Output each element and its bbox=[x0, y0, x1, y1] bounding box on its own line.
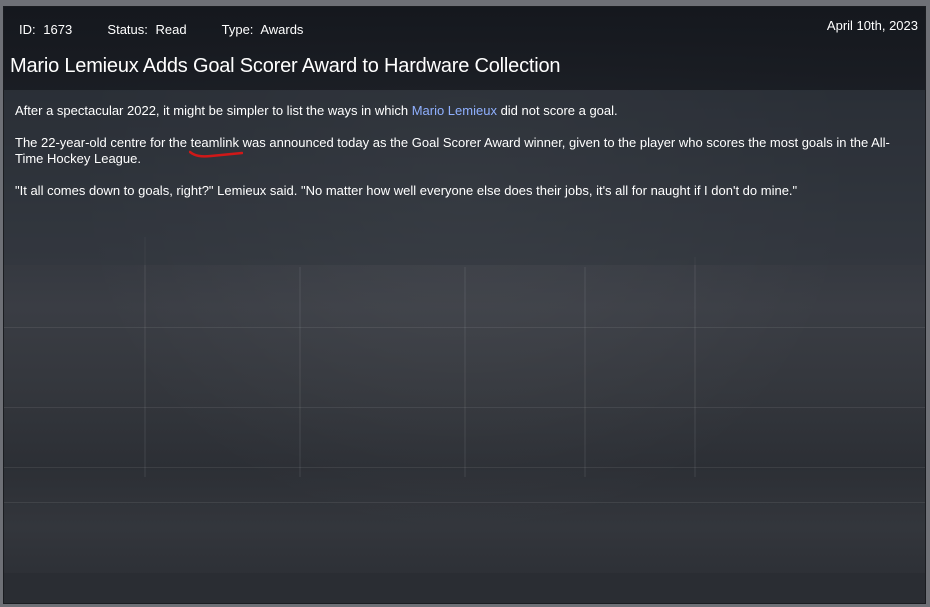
article-headline: Mario Lemieux Adds Goal Scorer Award to … bbox=[10, 55, 561, 77]
arena-pillar bbox=[144, 237, 146, 477]
arena-pillar bbox=[584, 267, 586, 477]
arena-line bbox=[4, 467, 925, 468]
arena-line bbox=[4, 327, 925, 328]
paragraph-text: The 22-year-old centre for the bbox=[15, 135, 191, 150]
arena-pillar bbox=[299, 267, 301, 477]
article-meta: ID: 1673 Status: Read Type: Awards bbox=[19, 22, 307, 37]
arena-line bbox=[4, 502, 925, 503]
id-value: 1673 bbox=[43, 22, 73, 37]
arena-pillar bbox=[694, 257, 696, 477]
type-value: Awards bbox=[260, 22, 304, 37]
paragraph-text: did not score a goal. bbox=[496, 103, 618, 118]
team-link[interactable]: teamlink bbox=[188, 135, 243, 158]
arena-pillar bbox=[464, 267, 466, 477]
bottom-bar bbox=[4, 573, 925, 603]
arena-line bbox=[4, 407, 925, 408]
paragraph-1: After a spectacular 2022, it might be si… bbox=[15, 103, 905, 119]
article-header: ID: 1673 Status: Read Type: Awards April… bbox=[4, 7, 925, 90]
player-link[interactable]: Mario Lemieux bbox=[412, 103, 497, 118]
id-label: ID: bbox=[19, 22, 36, 37]
status-value: Read bbox=[155, 22, 187, 37]
type-label: Type: bbox=[221, 22, 254, 37]
paragraph-text: After a spectacular 2022, it might be si… bbox=[15, 103, 412, 118]
red-underline-annotation bbox=[188, 150, 243, 158]
paragraph-3: "It all comes down to goals, right?" Lem… bbox=[15, 183, 798, 198]
paragraph-2: The 22-year-old centre for the teamlink … bbox=[15, 135, 905, 167]
status-label: Status: bbox=[107, 22, 148, 37]
team-link-text: teamlink bbox=[190, 135, 240, 150]
news-article-window: ID: 1673 Status: Read Type: Awards April… bbox=[3, 6, 926, 604]
article-date: April 10th, 2023 bbox=[826, 18, 918, 33]
